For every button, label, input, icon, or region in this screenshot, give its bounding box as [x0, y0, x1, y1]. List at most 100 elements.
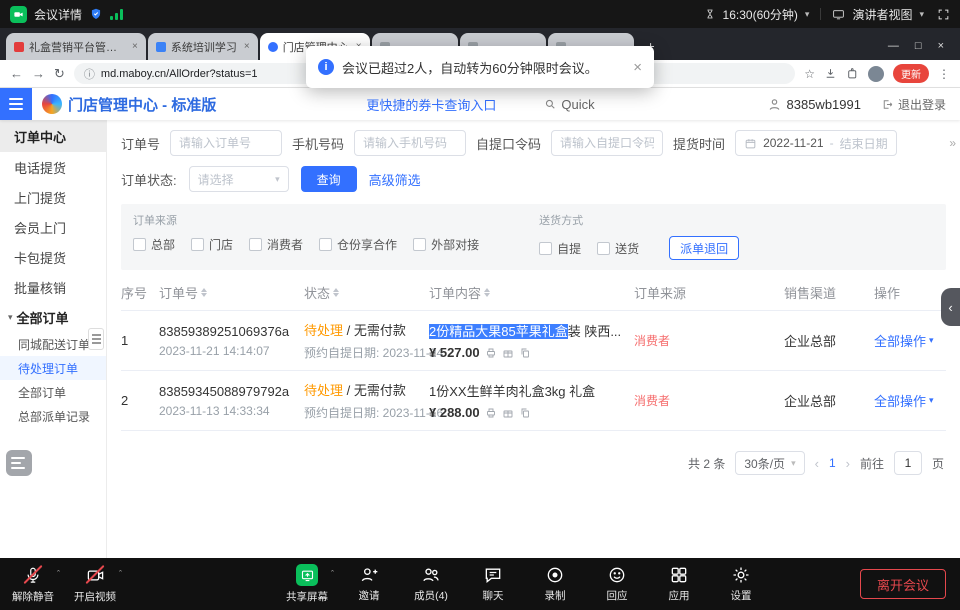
gift-box-icon[interactable]: [502, 407, 514, 419]
col-order-no[interactable]: 订单号: [159, 283, 304, 302]
row-actions-dropdown[interactable]: 全部操作▾: [874, 391, 946, 410]
site-info-icon[interactable]: ⓘ: [84, 66, 95, 82]
start-video-button[interactable]: 开启视频 ˆ: [72, 564, 118, 604]
coupon-query-link[interactable]: 更快捷的券卡查询入口: [366, 95, 496, 114]
window-close-icon[interactable]: ×: [938, 40, 944, 52]
next-page-button[interactable]: ›: [846, 456, 850, 471]
row-actions-dropdown[interactable]: 全部操作▾: [874, 331, 946, 350]
record-button[interactable]: 录制: [532, 565, 578, 603]
print-icon[interactable]: [485, 407, 497, 419]
account-menu[interactable]: 8385wb1991: [767, 97, 861, 112]
date-end-placeholder[interactable]: 结束日期: [840, 135, 888, 152]
checkbox-store[interactable]: 门店: [191, 236, 233, 253]
quick-search[interactable]: Quick: [544, 97, 594, 112]
network-signal-icon[interactable]: [110, 9, 123, 20]
unmute-button[interactable]: 解除静音 ˆ: [10, 564, 56, 604]
col-status[interactable]: 状态: [304, 283, 429, 302]
gift-box-icon[interactable]: [502, 347, 514, 359]
meeting-timer[interactable]: 16:30(60分钟): [723, 6, 798, 23]
filter-collapse-icon[interactable]: »: [949, 136, 956, 150]
date-range-picker[interactable]: 2022-11-21 - 结束日期: [735, 130, 897, 156]
search-button[interactable]: 查询: [301, 166, 357, 192]
reaction-button[interactable]: 回应: [594, 565, 640, 603]
toolbar-label: 开启视频: [74, 589, 116, 604]
sidebar-float-menu-button[interactable]: [6, 450, 32, 476]
checkbox-delivery[interactable]: 送货: [597, 240, 639, 257]
checkbox-external[interactable]: 外部对接: [413, 236, 479, 253]
copy-icon[interactable]: [519, 407, 531, 419]
browser-tab[interactable]: 礼盒营销平台管理中心 ×: [6, 33, 146, 60]
gear-icon: [731, 565, 751, 585]
checkbox-share-coop[interactable]: 仓份享合作: [319, 236, 397, 253]
shield-check-icon[interactable]: [89, 7, 103, 21]
dispatch-return-button[interactable]: 派单退回: [669, 236, 739, 260]
sidebar-item-pending-orders[interactable]: 待处理订单: [0, 356, 106, 380]
order-status-select[interactable]: 请选择 ▾: [189, 166, 289, 192]
checkbox-self-pickup[interactable]: 自提: [539, 240, 581, 257]
tab-close-icon[interactable]: ×: [244, 41, 250, 52]
apps-button[interactable]: 应用: [656, 565, 702, 603]
browser-update-button[interactable]: 更新: [893, 64, 929, 83]
window-minimize-icon[interactable]: —: [888, 40, 899, 52]
copy-icon[interactable]: [519, 347, 531, 359]
sidebar-toggle-button[interactable]: [0, 88, 32, 120]
page-size-select[interactable]: 30条/页▾: [735, 451, 804, 475]
toast-close-icon[interactable]: ×: [633, 59, 642, 76]
sort-icon[interactable]: [201, 288, 207, 297]
extensions-icon[interactable]: [846, 67, 859, 80]
app-brand-title: 门店管理中心 - 标准版: [68, 94, 216, 115]
sidebar-item-door-pickup[interactable]: 上门提货: [0, 182, 106, 212]
date-start-value[interactable]: 2022-11-21: [763, 136, 824, 150]
prev-page-button[interactable]: ‹: [815, 456, 819, 471]
view-mode-caret-icon[interactable]: ▾: [919, 9, 924, 20]
goto-page-input[interactable]: [894, 451, 922, 475]
sidebar-item-hq-dispatch-log[interactable]: 总部派单记录: [0, 404, 106, 428]
share-screen-button[interactable]: 共享屏幕 ˆ: [284, 564, 330, 604]
sidebar-section-order-center[interactable]: 订单中心: [0, 120, 106, 152]
fullscreen-icon[interactable]: [937, 8, 950, 21]
forward-icon[interactable]: →: [32, 66, 45, 81]
print-icon[interactable]: [485, 347, 497, 359]
caret-up-icon[interactable]: ˆ: [57, 569, 60, 579]
tab-close-icon[interactable]: ×: [132, 41, 138, 52]
settings-button[interactable]: 设置: [718, 565, 764, 603]
order-no-input[interactable]: [170, 130, 282, 156]
browser-profile-avatar[interactable]: [868, 66, 884, 82]
download-icon[interactable]: [824, 67, 837, 80]
meeting-details-label[interactable]: 会议详情: [34, 6, 82, 23]
side-drawer-handle[interactable]: ‹: [941, 288, 960, 326]
col-content[interactable]: 订单内容: [429, 283, 634, 302]
kebab-menu-icon[interactable]: ⋮: [938, 67, 950, 81]
sidebar-item-all-orders[interactable]: 全部订单: [0, 380, 106, 404]
sort-icon[interactable]: [484, 288, 490, 297]
invite-button[interactable]: 邀请: [346, 565, 392, 603]
window-maximize-icon[interactable]: □: [915, 40, 922, 52]
phone-input[interactable]: [354, 130, 466, 156]
chat-button[interactable]: 聊天: [470, 565, 516, 603]
checkbox-consumer[interactable]: 消费者: [249, 236, 303, 253]
sidebar-collapse-handle[interactable]: [88, 328, 104, 350]
sidebar-item-batch-verify[interactable]: 批量核销: [0, 272, 106, 302]
leave-meeting-button[interactable]: 离开会议: [860, 569, 946, 599]
sidebar-item-card-pickup[interactable]: 卡包提货: [0, 242, 106, 272]
toolbar-label: 成员(4): [414, 588, 448, 603]
row-actions-label: 全部操作: [874, 391, 926, 410]
current-page[interactable]: 1: [829, 456, 836, 470]
sidebar-item-member-visit[interactable]: 会员上门: [0, 212, 106, 242]
caret-up-icon[interactable]: ˆ: [331, 569, 334, 579]
advanced-filter-link[interactable]: 高级筛选: [369, 170, 421, 189]
members-button[interactable]: 成员(4): [408, 565, 454, 603]
checkbox-hq[interactable]: 总部: [133, 236, 175, 253]
timer-caret-icon[interactable]: ▾: [805, 9, 810, 20]
pickup-code-input[interactable]: [551, 130, 663, 156]
back-icon[interactable]: ←: [10, 66, 23, 81]
bookmark-star-icon[interactable]: ☆: [804, 67, 815, 81]
sidebar-item-phone-pickup[interactable]: 电话提货: [0, 152, 106, 182]
refresh-icon[interactable]: ↻: [54, 66, 65, 82]
logout-button[interactable]: 退出登录: [881, 96, 946, 113]
browser-tab[interactable]: 系统培训学习 ×: [148, 33, 258, 60]
view-mode-label[interactable]: 演讲者视图: [852, 6, 912, 23]
pagination: 共 2 条 30条/页▾ ‹ 1 › 前往 页: [121, 451, 946, 475]
caret-up-icon[interactable]: ˆ: [119, 569, 122, 579]
sort-icon[interactable]: [333, 288, 339, 297]
